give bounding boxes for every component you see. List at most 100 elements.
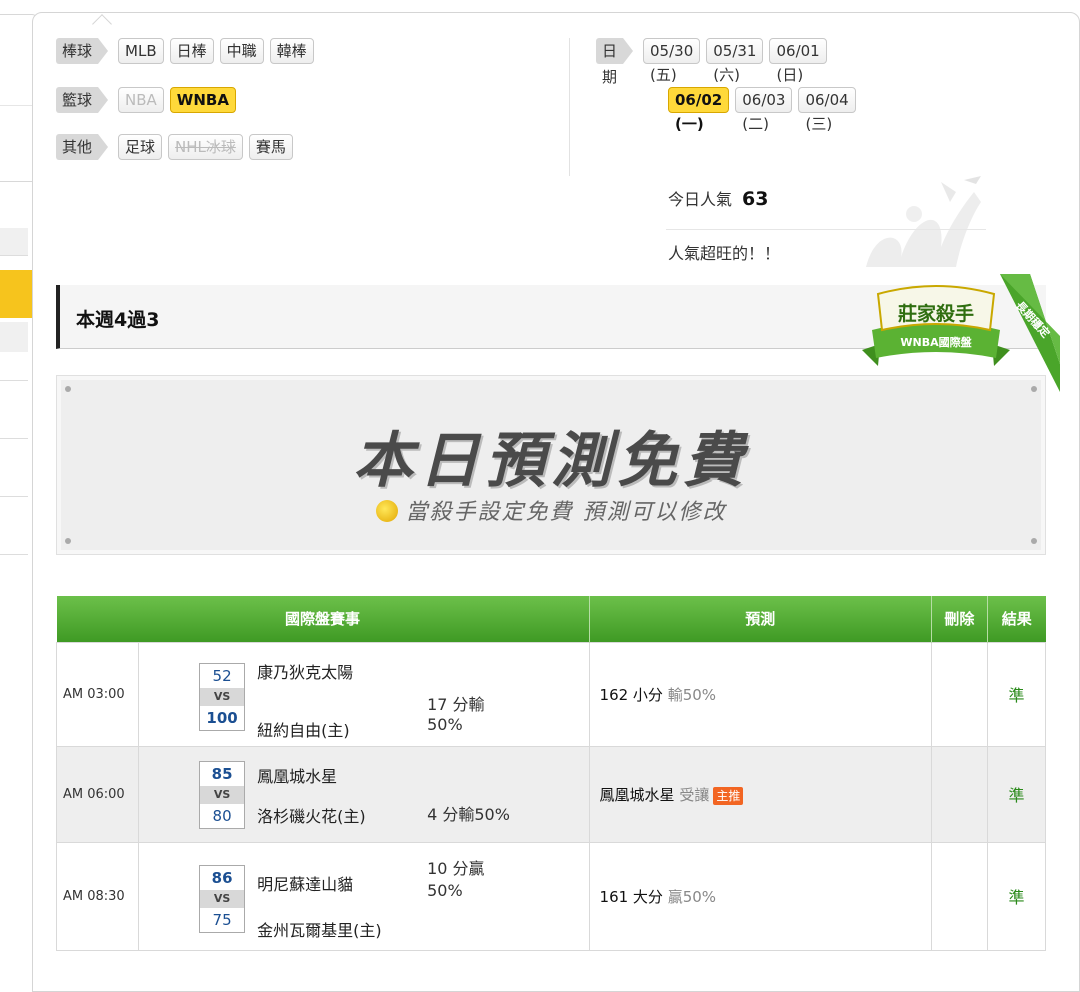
home-score: 100	[206, 708, 238, 727]
table-row: AM 08:30 86 VS 75 明尼蘇達山貓 金州瓦爾基里(主) 10 分贏…	[55, 841, 1047, 951]
table-header: 國際盤賽事 預測 刪除 結果	[56, 596, 1046, 642]
date-0530[interactable]: 05/30 (五)	[643, 38, 701, 84]
handicap-line2: 50%	[427, 880, 463, 900]
category-basketball: 籃球	[56, 87, 109, 113]
away-team: 明尼蘇達山貓	[257, 874, 354, 894]
pick-extra: 贏50%	[667, 887, 717, 906]
prediction-table: 國際盤賽事 預測 刪除 結果 AM 03:00 52 VS 100 康乃狄克太陽…	[55, 596, 1047, 951]
score-box: 85 VS 80	[199, 760, 246, 829]
category-other: 其他	[56, 134, 109, 160]
away-score: 52	[212, 666, 232, 685]
away-score: 86	[211, 868, 233, 887]
banner-subtitle-wrap: 當殺手設定免費 預測可以修改	[57, 494, 1045, 526]
sidebar-divider	[0, 438, 28, 439]
date-row-1: 日期 05/30 (五) 05/31 (六) 06/01 (日)	[596, 38, 827, 86]
match-cell: 86 VS 75 明尼蘇達山貓 金州瓦爾基里(主) 10 分贏 50%	[138, 841, 590, 951]
delete-cell	[930, 641, 988, 747]
sidebar-item[interactable]	[0, 322, 28, 352]
delete-cell	[930, 745, 988, 843]
rivet	[65, 538, 71, 544]
vs-label: VS	[200, 687, 245, 706]
free-prediction-banner: 本日預測免費 當殺手設定免費 預測可以修改	[56, 375, 1046, 555]
filter-npb[interactable]: 日棒	[169, 38, 214, 64]
date-0604[interactable]: 06/04 (三)	[798, 87, 856, 133]
date-0603[interactable]: 06/03 (二)	[735, 87, 793, 133]
vs-label: VS	[200, 889, 245, 908]
filter-soccer[interactable]: 足球	[118, 134, 163, 160]
filter-kbo[interactable]: 韓棒	[269, 38, 314, 64]
result-cell: 準	[986, 641, 1047, 747]
date-0531[interactable]: 05/31 (六)	[706, 38, 764, 84]
date-label: 日期	[596, 38, 634, 86]
mascot-decoration	[866, 176, 981, 267]
popularity-message: 人氣超旺的！！	[668, 244, 781, 263]
pick-main: 鳳凰城水星	[599, 785, 675, 804]
away-score: 85	[211, 764, 233, 783]
category-baseball: 棒球	[56, 38, 109, 64]
sidebar-item[interactable]	[0, 228, 28, 256]
badge-title: 莊家殺手	[898, 302, 974, 325]
game-time: AM 08:30	[55, 841, 140, 951]
popularity-divider	[666, 229, 986, 230]
result-cell: 準	[986, 745, 1047, 843]
game-time: AM 03:00	[55, 641, 140, 747]
table-row: AM 06:00 85 VS 80 鳳凰城水星 洛杉磯火花(主) 4 分輸50%…	[55, 745, 1047, 843]
filter-row-basketball: 籃球 NBA WNBA	[56, 87, 236, 113]
sidebar-divider	[0, 496, 28, 497]
match-cell: 52 VS 100 康乃狄克太陽 紐約自由(主) 17 分輸 50%	[138, 641, 590, 747]
pick-cell: 鳳凰城水星 受讓 主推	[588, 745, 932, 843]
popularity-label: 今日人氣	[668, 190, 733, 209]
filter-nba[interactable]: NBA	[118, 87, 164, 113]
home-team: 金州瓦爾基里(主)	[257, 920, 382, 940]
date-0601[interactable]: 06/01 (日)	[769, 38, 827, 84]
game-time: AM 06:00	[55, 745, 140, 843]
badge-subtitle: WNBA國際盤	[900, 335, 972, 349]
header-pick: 預測	[589, 596, 932, 642]
card-notch	[92, 14, 112, 34]
filter-horse-racing[interactable]: 賽馬	[248, 134, 293, 160]
home-team: 洛杉磯火花(主)	[257, 806, 366, 826]
filter-row-other: 其他 足球 NHL冰球 賽馬	[56, 134, 293, 160]
delete-cell	[930, 841, 988, 951]
pick-extra: 輸50%	[667, 685, 717, 704]
rivet	[65, 386, 71, 392]
home-score: 75	[212, 910, 232, 929]
filter-mlb[interactable]: MLB	[118, 38, 164, 64]
filter-cpbl[interactable]: 中職	[219, 38, 264, 64]
date-row-2: 06/02 (一) 06/03 (二) 06/04 (三)	[668, 87, 856, 133]
result-cell: 準	[986, 841, 1047, 951]
rivet	[1031, 386, 1037, 392]
header-result: 結果	[987, 596, 1046, 642]
pick-extra: 受讓	[679, 785, 710, 804]
match-cell: 85 VS 80 鳳凰城水星 洛杉磯火花(主) 4 分輸50%	[138, 745, 590, 843]
vs-label: VS	[200, 785, 245, 804]
header-delete: 刪除	[931, 596, 988, 642]
popularity-value: 63	[742, 188, 769, 210]
filter-wnba[interactable]: WNBA	[169, 87, 236, 113]
table-row: AM 03:00 52 VS 100 康乃狄克太陽 紐約自由(主) 17 分輸 …	[55, 641, 1047, 747]
handicap-line1: 4 分輸50%	[427, 804, 510, 824]
away-team: 康乃狄克太陽	[257, 662, 354, 682]
date-0602[interactable]: 06/02 (一)	[668, 87, 730, 133]
handicap-line1: 17 分輸	[427, 694, 485, 714]
handicap-line2: 50%	[427, 714, 463, 734]
week-record-title: 本週4過3	[76, 309, 160, 331]
pick-main: 162 小分	[599, 685, 663, 704]
banner-title: 本日預測免費	[353, 426, 749, 496]
score-box: 86 VS 75	[199, 864, 246, 933]
home-score: 80	[212, 806, 232, 825]
home-team: 紐約自由(主)	[257, 720, 350, 740]
pick-cell: 162 小分 輸50%	[588, 641, 932, 747]
sidebar-divider	[0, 380, 28, 381]
filter-nhl[interactable]: NHL冰球	[168, 134, 243, 160]
filter-divider	[569, 38, 570, 176]
lightbulb-icon	[375, 500, 398, 522]
handicap-line1: 10 分贏	[427, 858, 485, 878]
header-match: 國際盤賽事	[56, 596, 590, 642]
rivet	[1031, 538, 1037, 544]
filter-row-baseball: 棒球 MLB 日棒 中職 韓棒	[56, 38, 314, 64]
pick-main: 161 大分	[599, 887, 663, 906]
featured-pick-tag: 主推	[713, 786, 744, 805]
banner-subtitle: 當殺手設定免費 預測可以修改	[405, 500, 727, 525]
away-team: 鳳凰城水星	[257, 766, 338, 786]
